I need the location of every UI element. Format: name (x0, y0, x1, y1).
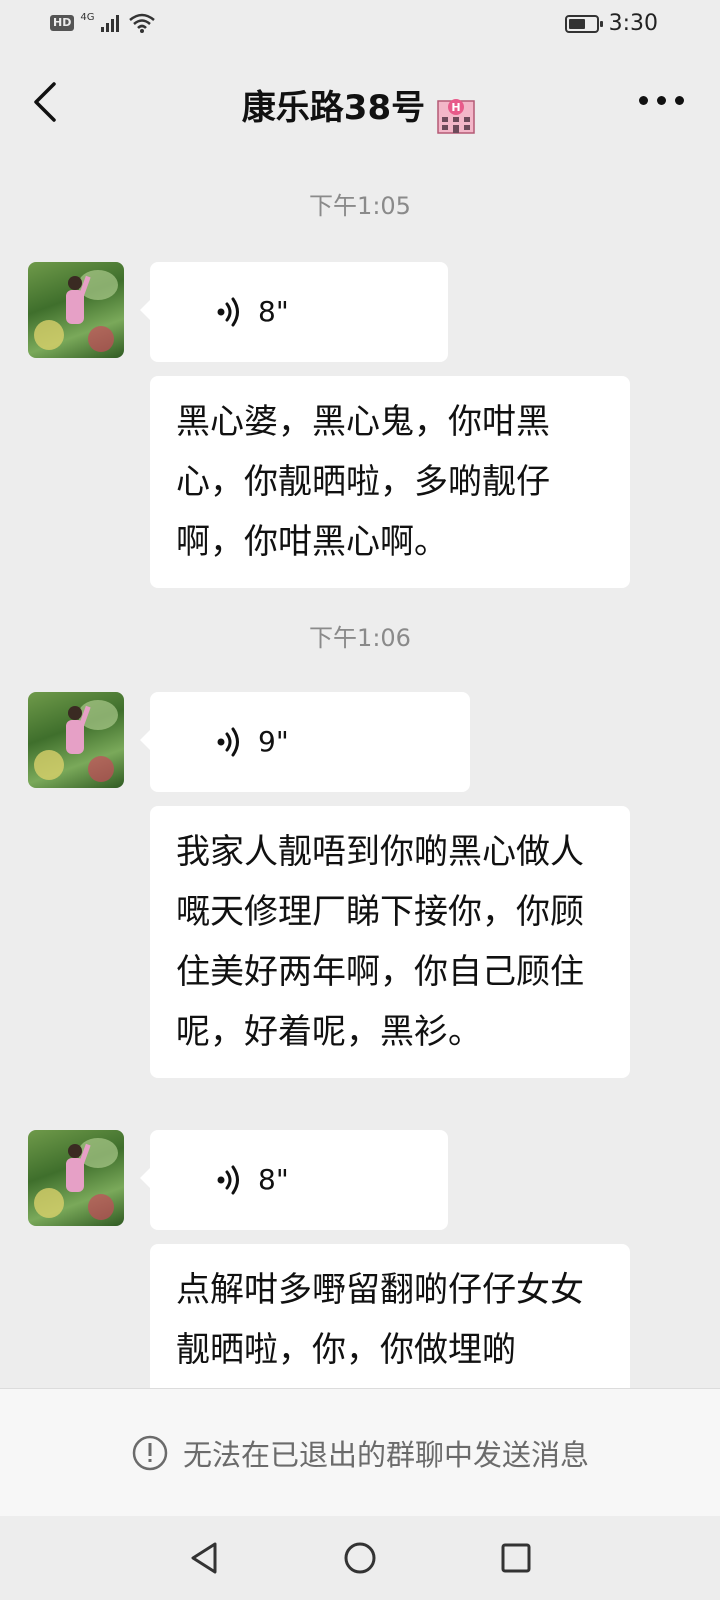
voice-message[interactable]: 9" (140, 692, 470, 792)
nav-back-button[interactable] (184, 1538, 224, 1578)
signal-icon (101, 15, 120, 32)
hd-badge: HD (50, 15, 75, 31)
avatar[interactable] (28, 1130, 124, 1226)
voice-duration: 9" (258, 725, 289, 758)
nav-recents-button[interactable] (496, 1538, 536, 1578)
voice-content: 8" (176, 296, 289, 328)
dot-icon (639, 96, 648, 105)
battery-icon (564, 14, 603, 33)
voice-content: 9" (176, 726, 289, 758)
text-message[interactable]: 我家人靓唔到你啲黑心做人嘅天修理厂睇下接你，你顾住美好两年啊，你自己顾住呢，好着… (150, 806, 630, 1078)
more-options-button[interactable] (639, 96, 684, 105)
text-message[interactable]: 点解咁多嘢留翻啲仔仔女女靓晒啦，你，你做埋啲 (150, 1244, 630, 1388)
clock: 3:30 (608, 11, 658, 36)
voice-duration: 8" (258, 295, 289, 328)
cannot-send-notice: 无法在已退出的群聊中发送消息 (0, 1388, 720, 1516)
nav-home-button[interactable] (340, 1538, 380, 1578)
hotel-emoji-icon: H (437, 98, 475, 134)
system-nav-bar (0, 1516, 720, 1600)
avatar[interactable] (28, 692, 124, 788)
dot-icon (675, 96, 684, 105)
network-type: 4G (80, 11, 95, 23)
chat-header: 康乐路38号 H (0, 50, 720, 160)
title-wrap: 康乐路38号 H (0, 80, 720, 135)
avatar[interactable] (28, 262, 124, 358)
voice-content: 8" (176, 1164, 289, 1196)
voice-wave-icon (217, 297, 239, 327)
status-left: HD 4G (50, 12, 156, 34)
circle-home-icon (344, 1542, 376, 1574)
text-message[interactable]: 黑心婆，黑心鬼，你咁黑心，你靓晒啦，多啲靓仔啊，你咁黑心啊。 (150, 376, 630, 588)
voice-message[interactable]: 8" (140, 262, 448, 362)
notice-text: 无法在已退出的群聊中发送消息 (182, 1437, 589, 1472)
wifi-icon (129, 13, 156, 33)
status-right: 3:30 (564, 11, 658, 36)
voice-wave-icon (217, 727, 239, 757)
info-circle-icon (132, 1435, 168, 1470)
square-recents-icon (501, 1543, 531, 1573)
chat-title: 康乐路38号 (241, 88, 426, 128)
timestamp: 下午1:06 (309, 624, 411, 652)
chat-messages[interactable]: 下午1:05 8" 黑心婆，黑心鬼，你咁黑心，你靓晒啦，多啲靓仔啊，你咁黑心啊。… (0, 160, 720, 1388)
triangle-back-icon (191, 1542, 217, 1574)
dot-icon (657, 96, 666, 105)
voice-wave-icon (217, 1165, 239, 1195)
timestamp: 下午1:05 (309, 192, 411, 220)
svg-text:H: H (452, 101, 461, 114)
voice-duration: 8" (258, 1163, 289, 1196)
voice-message[interactable]: 8" (140, 1130, 448, 1230)
status-bar: HD 4G 3:30 (0, 0, 720, 50)
